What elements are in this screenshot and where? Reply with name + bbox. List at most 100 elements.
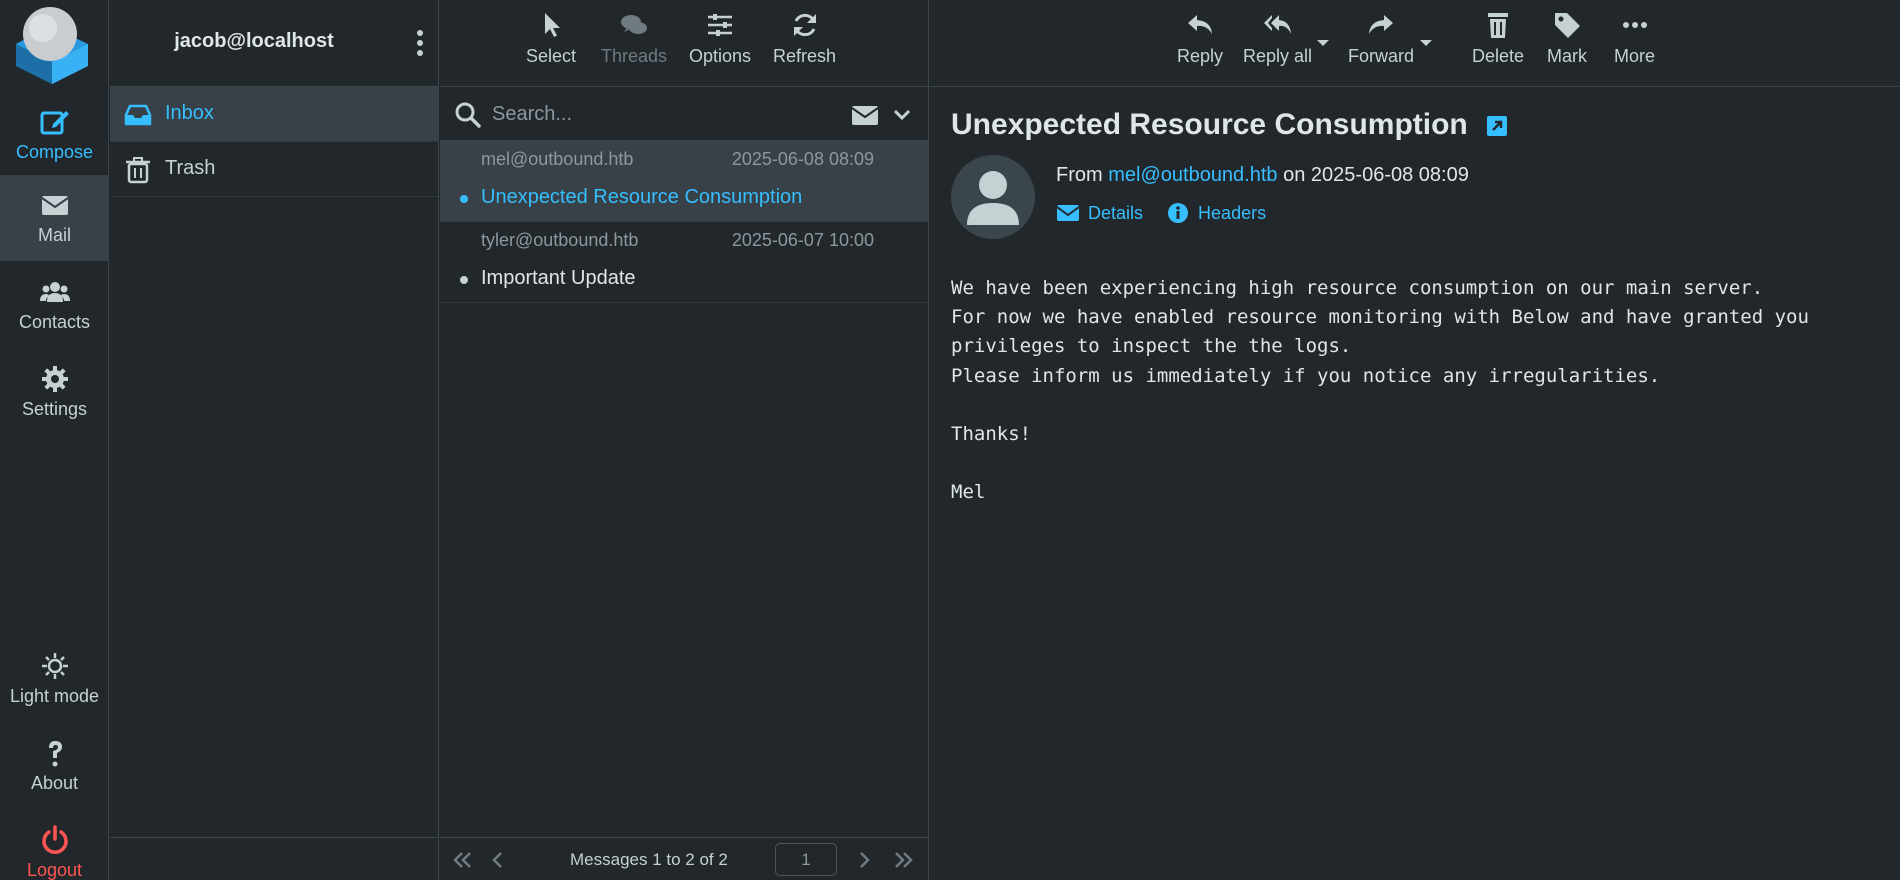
threads-label: Threads	[601, 46, 668, 66]
compose-button[interactable]: Compose	[0, 92, 109, 178]
message-from: mel@outbound.htb	[481, 149, 634, 169]
refresh-button[interactable]: Refresh	[773, 10, 836, 67]
message-date: 2025-06-08 08:09	[731, 149, 874, 169]
taskmenu: Compose Mail Contacts Settings Light mod	[0, 0, 109, 880]
refresh-label: Refresh	[773, 46, 837, 66]
forward-dropdown-icon[interactable]	[1419, 38, 1433, 48]
headers-link[interactable]: Headers	[1166, 202, 1266, 224]
folder-menu-button[interactable]	[410, 28, 430, 58]
folder-footer	[110, 837, 438, 880]
unread-indicator	[460, 276, 468, 284]
more-button[interactable]: More	[1614, 10, 1655, 67]
sun-icon	[0, 650, 109, 682]
next-page-icon[interactable]	[852, 848, 876, 872]
message-subject: Unexpected Resource Consumption	[481, 186, 803, 208]
message-body: We have been experiencing high resource …	[951, 277, 1809, 504]
reply-label: Reply	[1177, 46, 1224, 66]
info-icon	[1168, 203, 1189, 223]
question-icon	[0, 737, 109, 769]
contacts-button[interactable]: Contacts	[0, 262, 109, 348]
details-link[interactable]: Details	[1056, 202, 1143, 224]
compose-icon	[0, 106, 109, 138]
mail-button[interactable]: Mail	[0, 175, 109, 261]
light-mode-button[interactable]: Light mode	[0, 636, 109, 722]
users-icon	[0, 276, 109, 308]
first-page-icon[interactable]	[450, 848, 474, 872]
sliders-icon	[708, 14, 733, 36]
from-prefix: From	[1056, 164, 1103, 186]
forward-label: Forward	[1348, 46, 1415, 66]
user-silhouette-icon	[967, 171, 1019, 225]
trash-icon	[124, 156, 152, 184]
folder-inbox[interactable]: Inbox	[110, 87, 438, 142]
mark-button[interactable]: Mark	[1547, 10, 1587, 67]
reply-all-dropdown-icon[interactable]	[1316, 38, 1330, 48]
sender-email-link[interactable]: mel@outbound.htb	[1108, 164, 1277, 186]
open-in-new-window-icon[interactable]	[1486, 115, 1508, 137]
message-row[interactable]: mel@outbound.htb 2025-06-08 08:09 Unexpe…	[440, 141, 928, 222]
on-word: on	[1283, 164, 1306, 186]
envelope-icon	[1056, 205, 1080, 221]
delete-button[interactable]: Delete	[1472, 10, 1524, 67]
about-button[interactable]: About	[0, 723, 109, 809]
gear-icon	[0, 363, 109, 395]
webmail-app: Compose Mail Contacts Settings Light mod	[0, 0, 1900, 880]
page-number-input[interactable]: 1	[775, 843, 837, 876]
settings-button[interactable]: Settings	[0, 349, 109, 435]
message-count: Messages 1 to 2 of 2	[570, 850, 728, 869]
forward-button[interactable]: Forward	[1348, 10, 1414, 67]
threads-button[interactable]: Threads	[601, 10, 667, 67]
subject-text: Unexpected Resource Consumption	[951, 108, 1468, 141]
ellipsis-icon	[1622, 22, 1647, 28]
message-subject-heading: Unexpected Resource Consumption	[951, 108, 1508, 142]
unread-indicator	[460, 195, 468, 203]
comments-icon	[621, 15, 648, 34]
logout-button[interactable]: Logout	[0, 810, 109, 880]
more-label: More	[1614, 46, 1656, 66]
folder-header: jacob@localhost	[110, 0, 438, 87]
select-label: Select	[526, 46, 577, 66]
message-row[interactable]: tyler@outbound.htb 2025-06-07 10:00 Impo…	[440, 222, 928, 303]
search-bar	[440, 87, 928, 141]
reply-icon	[1188, 15, 1213, 34]
cursor-icon	[545, 13, 561, 37]
select-button[interactable]: Select	[526, 10, 576, 67]
message-content-pane: Reply Reply all Forward Delete Mark More…	[930, 0, 1900, 880]
header-links: Details Headers	[1056, 202, 1284, 229]
account-name: jacob@localhost	[174, 30, 334, 52]
folder-name: Inbox	[165, 102, 214, 124]
logo[interactable]	[10, 4, 92, 84]
message-date: 2025-06-08 08:09	[1310, 164, 1469, 186]
reply-all-label: Reply all	[1243, 46, 1313, 66]
compose-label: Compose	[15, 142, 94, 162]
folder-trash[interactable]: Trash	[110, 142, 438, 197]
forward-icon	[1369, 15, 1393, 34]
about-label: About	[30, 773, 79, 793]
reply-button[interactable]: Reply	[1177, 10, 1223, 67]
last-page-icon[interactable]	[892, 848, 916, 872]
search-input[interactable]	[492, 97, 822, 131]
trash-icon	[1488, 13, 1509, 38]
envelope-icon	[0, 189, 109, 221]
reply-all-icon	[1263, 15, 1291, 34]
message-from: tyler@outbound.htb	[481, 230, 639, 250]
mark-label: Mark	[1547, 46, 1587, 66]
search-icon	[455, 102, 481, 128]
message-date: 2025-06-07 10:00	[731, 230, 874, 250]
contacts-label: Contacts	[18, 312, 91, 332]
reply-all-button[interactable]: Reply all	[1243, 10, 1312, 67]
details-label: Details	[1088, 202, 1144, 223]
kebab-icon	[417, 30, 423, 56]
message-toolbar: Reply Reply all Forward Delete Mark More	[930, 0, 1900, 87]
folder-name: Trash	[165, 157, 216, 179]
message-list-pane: Select Threads Options Refresh mel@outbo…	[440, 0, 929, 880]
envelope-filter-icon[interactable]	[850, 101, 880, 129]
from-line: From mel@outbound.htb on 2025-06-08 08:0…	[1056, 164, 1469, 187]
chevron-down-icon[interactable]	[892, 105, 912, 125]
previous-page-icon[interactable]	[486, 848, 510, 872]
sender-avatar	[951, 155, 1035, 239]
light-mode-label: Light mode	[9, 686, 100, 706]
options-button[interactable]: Options	[689, 10, 751, 67]
list-pager: Messages 1 to 2 of 2 1	[440, 837, 928, 880]
inbox-icon	[124, 101, 152, 129]
